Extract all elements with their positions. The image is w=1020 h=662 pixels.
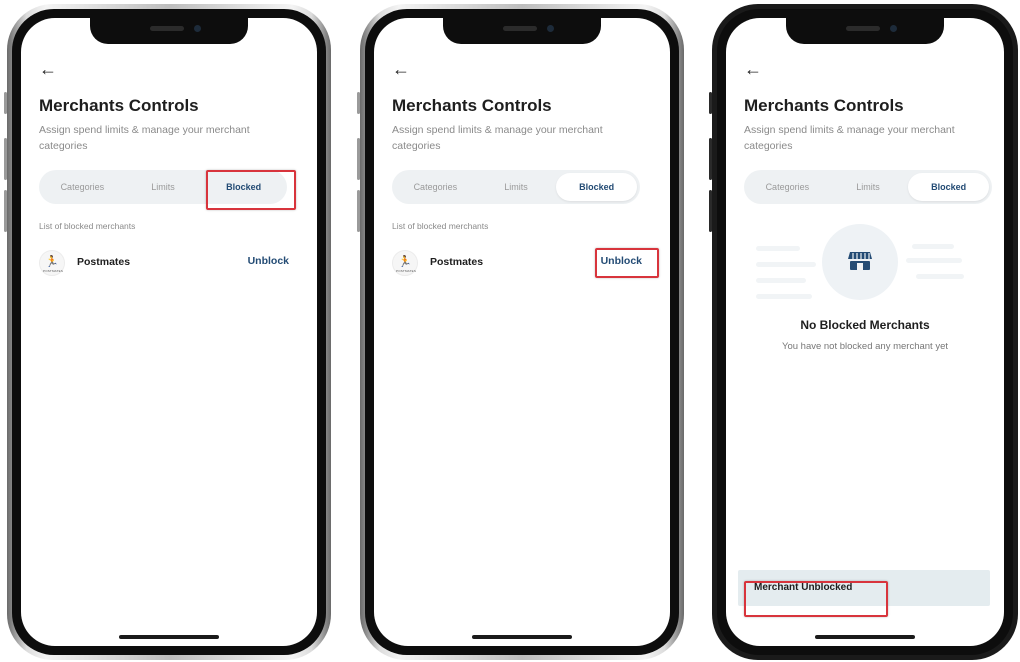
back-arrow-icon[interactable]: ← <box>392 60 410 78</box>
notch <box>786 18 944 44</box>
tab-blocked[interactable]: Blocked <box>908 173 990 201</box>
phone-2-bezel: ← Merchants Controls Assign spend limits… <box>365 9 679 655</box>
notch <box>90 18 248 44</box>
phone-1: ← Merchants Controls Assign spend limits… <box>7 4 331 660</box>
store-icon <box>848 252 872 270</box>
tab-categories[interactable]: Categories <box>747 173 828 201</box>
decorative-line <box>756 278 806 283</box>
phone-3-bezel: ← Merchants Controls Assign spend limits… <box>717 9 1013 655</box>
back-arrow-icon[interactable]: ← <box>744 60 762 78</box>
empty-state-illustration <box>822 224 898 300</box>
list-label: List of blocked merchants <box>392 221 489 231</box>
phone-1-bezel: ← Merchants Controls Assign spend limits… <box>12 9 326 655</box>
page-title: Merchants Controls <box>392 96 552 115</box>
phone-3-screen: ← Merchants Controls Assign spend limits… <box>726 18 1004 646</box>
empty-state-message: You have not blocked any merchant yet <box>781 341 948 352</box>
merchant-name: Postmates <box>430 256 484 268</box>
unblock-button[interactable]: Unblock <box>248 255 289 267</box>
page-subtitle: Assign spend limits & manage your mercha… <box>39 124 250 152</box>
merchant-row: 🏃 POSTMATES Postmates Unblock <box>39 250 289 276</box>
decorative-line <box>756 294 812 299</box>
highlight-unblock-button <box>595 248 659 278</box>
phone-2: ← Merchants Controls Assign spend limits… <box>360 4 684 660</box>
tab-categories[interactable]: Categories <box>395 173 476 201</box>
logo-caption: POSTMATES <box>396 269 417 273</box>
tab-blocked[interactable]: Blocked <box>556 173 638 201</box>
home-indicator <box>119 635 219 639</box>
phone-2-screen: ← Merchants Controls Assign spend limits… <box>374 18 670 646</box>
logo-glyph: 🏃 <box>45 256 59 268</box>
notch <box>443 18 601 44</box>
decorative-line <box>906 258 962 263</box>
phone-3: ← Merchants Controls Assign spend limits… <box>712 4 1018 660</box>
list-label: List of blocked merchants <box>39 221 136 231</box>
home-indicator <box>815 635 915 639</box>
decorative-line <box>916 274 964 279</box>
phone-1-screen: ← Merchants Controls Assign spend limits… <box>21 18 317 646</box>
tab-limits[interactable]: Limits <box>123 173 204 201</box>
decorative-line <box>756 262 816 267</box>
decorative-line <box>756 246 800 251</box>
highlight-blocked-tab <box>206 170 296 210</box>
page-subtitle: Assign spend limits & manage your mercha… <box>744 124 955 152</box>
logo-glyph: 🏃 <box>398 256 412 268</box>
page-title: Merchants Controls <box>744 96 904 115</box>
tab-limits[interactable]: Limits <box>476 173 557 201</box>
tab-bar: Categories Limits Blocked <box>744 170 992 204</box>
tab-categories[interactable]: Categories <box>42 173 123 201</box>
merchant-name: Postmates <box>77 256 131 268</box>
back-arrow-icon[interactable]: ← <box>39 60 57 78</box>
postmates-logo: 🏃 POSTMATES <box>39 250 65 276</box>
tab-bar: Categories Limits Blocked <box>392 170 640 204</box>
home-indicator <box>472 635 572 639</box>
tab-limits[interactable]: Limits <box>828 173 909 201</box>
highlight-toast <box>744 581 888 617</box>
postmates-logo: 🏃 POSTMATES <box>392 250 418 276</box>
empty-state-title: No Blocked Merchants <box>800 318 930 332</box>
page-title: Merchants Controls <box>39 96 199 115</box>
page-subtitle: Assign spend limits & manage your mercha… <box>392 124 603 152</box>
decorative-line <box>912 244 954 249</box>
logo-caption: POSTMATES <box>43 269 64 273</box>
